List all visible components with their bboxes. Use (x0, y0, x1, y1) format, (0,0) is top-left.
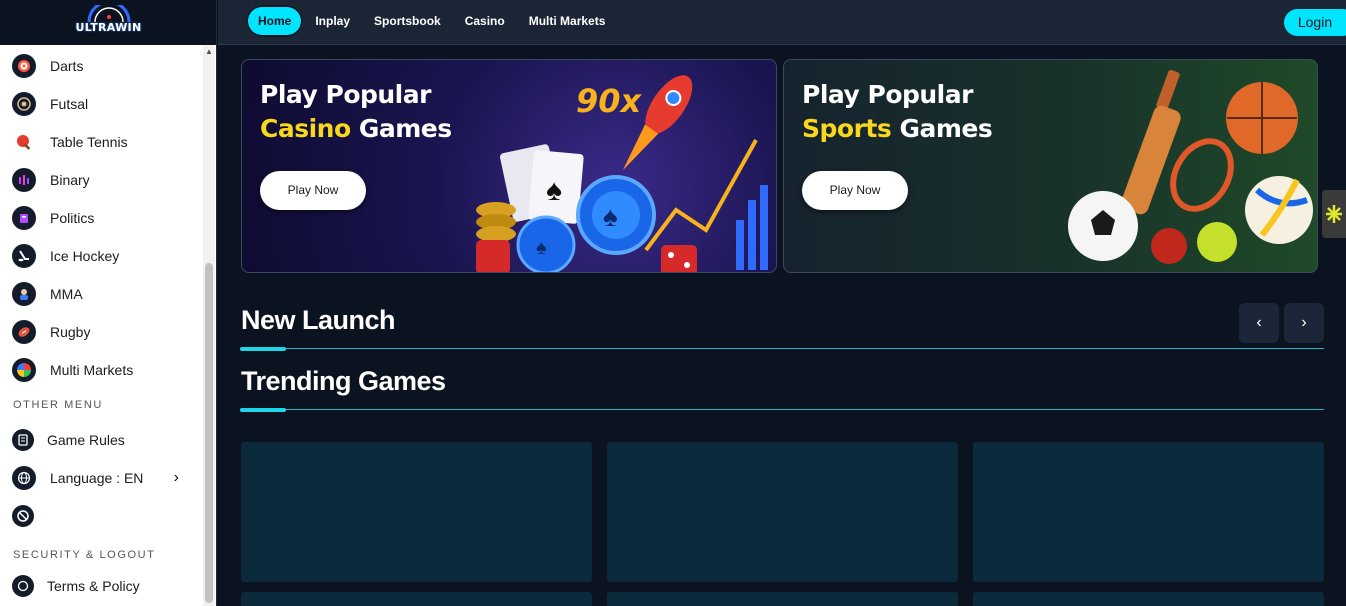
banner-title: Play Popular Casino Games (260, 78, 452, 146)
casino-play-now-button[interactable]: Play Now (260, 171, 366, 210)
security-heading: SECURITY & LOGOUT (13, 549, 156, 561)
game-card[interactable] (973, 442, 1324, 582)
sidebar-item-binary[interactable]: Binary (0, 161, 203, 199)
top-navigation: Home Inplay Sportsbook Casino Multi Mark… (218, 0, 1346, 45)
sidebar-item-label: MMA (50, 286, 83, 302)
banner-title-line1: Play Popular (802, 80, 973, 109)
casino-illustration: 90x ♠ ♠ ♠ (476, 75, 768, 272)
chevron-left-icon: ‹ (1256, 314, 1262, 331)
banner-highlight: Sports (802, 114, 892, 143)
section-divider (240, 409, 1324, 410)
game-card[interactable] (241, 442, 592, 582)
terms-icon (12, 575, 34, 597)
sidebar-item-theme-toggle[interactable] (0, 497, 203, 535)
banner-title-line1: Play Popular (260, 80, 431, 109)
sidebar-item-label: Politics (50, 210, 95, 226)
sidebar-item-politics[interactable]: Politics (0, 199, 203, 237)
sidebar-item-multi-markets[interactable]: Multi Markets (0, 351, 203, 389)
darts-icon (12, 54, 36, 78)
sidebar-item-darts[interactable]: Darts (0, 47, 203, 85)
login-button[interactable]: Login (1284, 9, 1346, 36)
multi-markets-icon (12, 358, 36, 382)
sidebar-item-table-tennis[interactable]: Table Tennis (0, 123, 203, 161)
banner-title-line2: Sports Games (802, 112, 993, 146)
scroll-up-arrow-icon[interactable]: ▲ (205, 47, 213, 57)
sidebar-item-label: Futsal (50, 96, 89, 112)
carousel-next-button[interactable]: › (1284, 303, 1324, 343)
rugby-icon (12, 320, 36, 344)
section-accent (240, 347, 286, 351)
game-card[interactable] (607, 592, 958, 606)
scrollbar-thumb[interactable] (205, 263, 213, 603)
banner-highlight: Casino (260, 114, 351, 143)
game-card[interactable] (607, 442, 958, 582)
section-divider (240, 348, 1324, 349)
banner-title: Play Popular Sports Games (802, 78, 993, 146)
sidebar-item-language[interactable]: Language : EN › (0, 459, 203, 497)
sidebar-item-label: Binary (50, 172, 90, 188)
banner-title-rest: Games (891, 114, 993, 143)
chevron-right-icon: › (173, 469, 179, 486)
sidebar-item-label: Game Rules (47, 432, 125, 448)
carousel-prev-button[interactable]: ‹ (1239, 303, 1279, 343)
chevron-right-icon: › (1301, 314, 1307, 331)
table-tennis-icon (12, 130, 36, 154)
sidebar-list: Darts Futsal Table Tennis Binary Politic… (0, 47, 203, 605)
sports-play-now-button[interactable]: Play Now (802, 171, 908, 210)
banner-title-line2: Casino Games (260, 112, 452, 146)
logo-bar: ULTRAWIN (0, 0, 216, 45)
theme-toggle-icon (12, 505, 34, 527)
sidebar-item-ice-hockey[interactable]: Ice Hockey (0, 237, 203, 275)
binary-icon (12, 168, 36, 192)
politics-icon (12, 206, 36, 230)
sidebar-item-futsal[interactable]: Futsal (0, 85, 203, 123)
svg-text:♠: ♠ (546, 174, 562, 207)
section-accent (240, 408, 286, 412)
sidebar: ULTRAWIN Darts Futsal Table Tennis Binar… (0, 0, 217, 606)
mma-icon (12, 282, 36, 306)
sparkle-icon (1326, 205, 1342, 223)
sidebar-item-rugby[interactable]: Rugby (0, 313, 203, 351)
sidebar-item-label: Rugby (50, 324, 91, 340)
sports-illustration (1068, 69, 1313, 264)
side-widget-tab[interactable] (1322, 190, 1346, 238)
tab-sportsbook[interactable]: Sportsbook (374, 5, 441, 37)
tab-casino[interactable]: Casino (465, 5, 505, 37)
globe-icon (12, 466, 36, 490)
ice-hockey-icon (12, 244, 36, 268)
sidebar-item-terms[interactable]: Terms & Policy (0, 567, 203, 605)
futsal-icon (12, 92, 36, 116)
casino-games-banner[interactable]: Play Popular Casino Games Play Now 90x ♠… (241, 59, 777, 273)
sidebar-item-mma[interactable]: MMA (0, 275, 203, 313)
new-launch-title: New Launch (241, 305, 396, 335)
sidebar-item-game-rules[interactable]: Game Rules (0, 421, 203, 459)
tab-home[interactable]: Home (246, 5, 304, 37)
game-card[interactable] (241, 592, 592, 606)
svg-text:♠: ♠ (536, 237, 547, 259)
nav-tabs: Home Inplay Sportsbook Casino Multi Mark… (246, 5, 629, 37)
game-card[interactable] (973, 592, 1324, 606)
brand-name: ULTRAWIN (75, 20, 142, 34)
sidebar-scrollbar[interactable]: ▲ (203, 45, 215, 606)
other-menu-heading: OTHER MENU (13, 399, 103, 411)
sidebar-item-label: Table Tennis (50, 134, 128, 150)
sidebar-item-label: Ice Hockey (50, 248, 120, 264)
brand-logo[interactable]: ULTRAWIN (73, 4, 145, 41)
sidebar-item-label: Terms & Policy (47, 578, 140, 594)
tab-inplay[interactable]: Inplay (315, 5, 350, 37)
trending-games-title: Trending Games (241, 366, 446, 396)
tab-multi-markets[interactable]: Multi Markets (529, 5, 606, 37)
sidebar-item-label: Language : EN (50, 470, 144, 486)
sidebar-item-label: Multi Markets (50, 362, 134, 378)
sports-games-banner[interactable]: Play Popular Sports Games Play Now (783, 59, 1318, 273)
svg-text:♠: ♠ (603, 201, 618, 232)
sidebar-item-label: Darts (50, 58, 84, 74)
multiplier-text: 90x (576, 82, 643, 120)
rules-book-icon (12, 429, 34, 451)
